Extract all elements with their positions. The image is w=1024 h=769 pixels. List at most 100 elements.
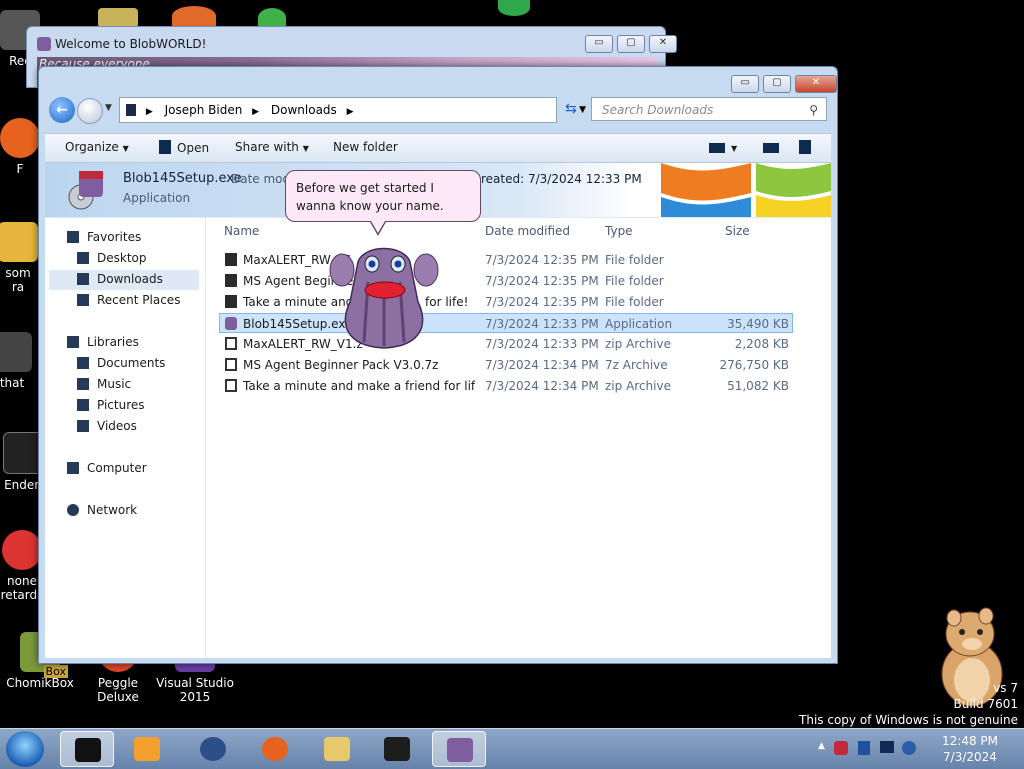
explorer-window[interactable]: ▭ ▢ ✕ ← ▼ ▶ Joseph Biden ▶ Downloads ▶ ▼… [38, 66, 838, 664]
desktop-icon-label: Peggle Deluxe [97, 676, 139, 704]
minimize-button[interactable]: ▭ [585, 35, 613, 53]
show-hidden-icons-button[interactable]: ▲ [818, 741, 825, 751]
forward-button[interactable] [77, 98, 103, 124]
tray-shield-icon[interactable] [858, 741, 870, 755]
taskbar-item-folder[interactable] [310, 731, 364, 767]
file-date: 7/3/2024 12:34 PM [485, 379, 599, 393]
balloon-text: Before we get started I wanna know your … [296, 181, 444, 213]
tray-display-icon[interactable] [880, 741, 894, 753]
help-button[interactable] [799, 140, 817, 155]
chevron-down-icon: ▼ [302, 144, 309, 153]
file-row[interactable]: Take a minute and for life! 7/3/2024 12:… [219, 292, 793, 312]
desktop-icon-top-a[interactable] [98, 8, 138, 28]
star-icon [67, 231, 79, 243]
file-size: 51,082 KB [727, 379, 789, 393]
file-date: 7/3/2024 12:35 PM [485, 253, 599, 267]
blob-app-icon [447, 738, 473, 762]
breadcrumb-downloads[interactable]: Downloads [271, 98, 337, 122]
nav-recent-places[interactable]: Recent Places [77, 293, 180, 307]
column-header-size[interactable]: Size [725, 224, 750, 238]
nav-downloads[interactable]: Downloads [49, 270, 199, 290]
taskbar-item-blobworld[interactable] [432, 731, 486, 767]
recent-pages-dropdown[interactable]: ▼ [105, 103, 112, 113]
file-row[interactable]: MaxALERT_RW_V1 7/3/2024 12:35 PM File fo… [219, 250, 793, 270]
view-icon [709, 143, 725, 153]
desktop-icon-label: ChomikBox [6, 676, 74, 690]
breadcrumb-joseph-biden[interactable]: Joseph Biden [165, 98, 243, 122]
minimize-button[interactable]: ▭ [731, 75, 759, 93]
maximize-button[interactable]: ▢ [763, 75, 791, 93]
file-date: 7/3/2024 12:33 PM [485, 317, 599, 331]
chevron-right-icon[interactable]: ▶ [146, 100, 153, 124]
nav-favorites[interactable]: Favorites [67, 230, 141, 244]
nav-network[interactable]: Network [67, 503, 137, 517]
column-header-name[interactable]: Name [224, 224, 259, 238]
help-icon [799, 140, 811, 154]
taskbar: ▲ 12:48 PM 7/3/2024 [0, 728, 1024, 769]
desktop-icon-top-c[interactable] [258, 8, 286, 28]
agent-speech-balloon[interactable]: Before we get started I wanna know your … [285, 170, 481, 222]
tray-blob-icon[interactable] [834, 741, 848, 755]
file-row-selected[interactable]: Blob145Setup.exe 7/3/2024 12:33 PM Appli… [219, 313, 793, 333]
taskbar-item-media-player[interactable] [120, 731, 174, 767]
tray-network-icon[interactable] [902, 741, 916, 755]
clock-date: 7/3/2024 [943, 750, 997, 764]
nav-documents[interactable]: Documents [77, 356, 165, 370]
blob-agent-character[interactable] [328, 242, 440, 354]
taskbar-item-firefox[interactable] [248, 731, 302, 767]
share-with-button[interactable]: Share with ▼ [235, 140, 309, 154]
preview-pane-icon [763, 143, 779, 153]
desktop-icon-top-d[interactable] [498, 0, 530, 16]
open-icon [159, 140, 171, 154]
open-button[interactable]: Open [159, 140, 209, 155]
nav-desktop[interactable]: Desktop [77, 251, 147, 265]
downloads-icon [77, 273, 89, 285]
desktop-icon [77, 252, 89, 264]
start-button[interactable] [6, 731, 44, 767]
nav-label: Favorites [87, 230, 142, 244]
nav-label: Music [97, 377, 132, 391]
nav-label: Documents [97, 356, 166, 370]
new-folder-button[interactable]: New folder [333, 140, 398, 154]
firefox-icon [0, 118, 40, 158]
search-input[interactable]: Search Downloads ⚲ [591, 97, 827, 121]
nav-music[interactable]: Music [77, 377, 131, 391]
clock[interactable]: 12:48 PM 7/3/2024 [942, 733, 998, 765]
nav-computer[interactable]: Computer [67, 461, 147, 475]
maximize-button[interactable]: ▢ [617, 35, 645, 53]
desktop-icon-top-b[interactable] [172, 6, 216, 26]
column-header-type[interactable]: Type [605, 224, 633, 238]
nav-videos[interactable]: Videos [77, 419, 137, 433]
column-header-date-modified[interactable]: Date modified [485, 224, 570, 238]
back-button[interactable]: ← [49, 97, 75, 123]
zip-archive-icon [225, 337, 237, 350]
taskbar-item-app[interactable] [186, 731, 240, 767]
change-view-button[interactable]: ▼ [709, 140, 737, 154]
chevron-right-icon[interactable]: ▶ [252, 100, 259, 124]
file-row[interactable]: MS Agent Beginner Pack V3.0.7z 7/3/2024 … [219, 355, 793, 375]
box-logo-text: Box [43, 665, 68, 678]
taskbar-item-window[interactable] [370, 731, 424, 767]
close-button[interactable]: ✕ [795, 75, 837, 93]
search-icon[interactable]: ⚲ [809, 98, 818, 122]
organize-label: Organize [65, 140, 119, 154]
nav-pictures[interactable]: Pictures [77, 398, 145, 412]
taskbar-item-explorer[interactable] [60, 731, 114, 767]
chevron-right-icon[interactable]: ▶ [347, 100, 354, 124]
address-bar[interactable]: ▶ Joseph Biden ▶ Downloads ▶ ▼ [119, 97, 586, 124]
file-row[interactable]: MS Agent Beginner 7/3/2024 12:35 PM File… [219, 271, 793, 291]
file-type: zip Archive [605, 337, 671, 351]
folder-icon [324, 737, 350, 761]
chevron-down-icon: ▼ [731, 144, 738, 153]
organize-button[interactable]: Organize ▼ [65, 140, 129, 154]
file-row[interactable]: MaxALERT_RW_V1.z 7/3/2024 12:33 PM zip A… [219, 334, 793, 354]
file-row[interactable]: Take a minute and make a friend for life… [219, 376, 793, 396]
close-button[interactable]: ✕ [649, 35, 677, 53]
refresh-button[interactable]: ⇆ [565, 101, 577, 117]
preview-pane-button[interactable] [763, 140, 785, 154]
chevron-down-icon: ▼ [105, 103, 112, 113]
address-dropdown-icon[interactable]: ▼ [579, 98, 586, 122]
explorer-icon [75, 738, 101, 762]
shortcut-icon [0, 332, 32, 372]
nav-libraries[interactable]: Libraries [67, 335, 139, 349]
